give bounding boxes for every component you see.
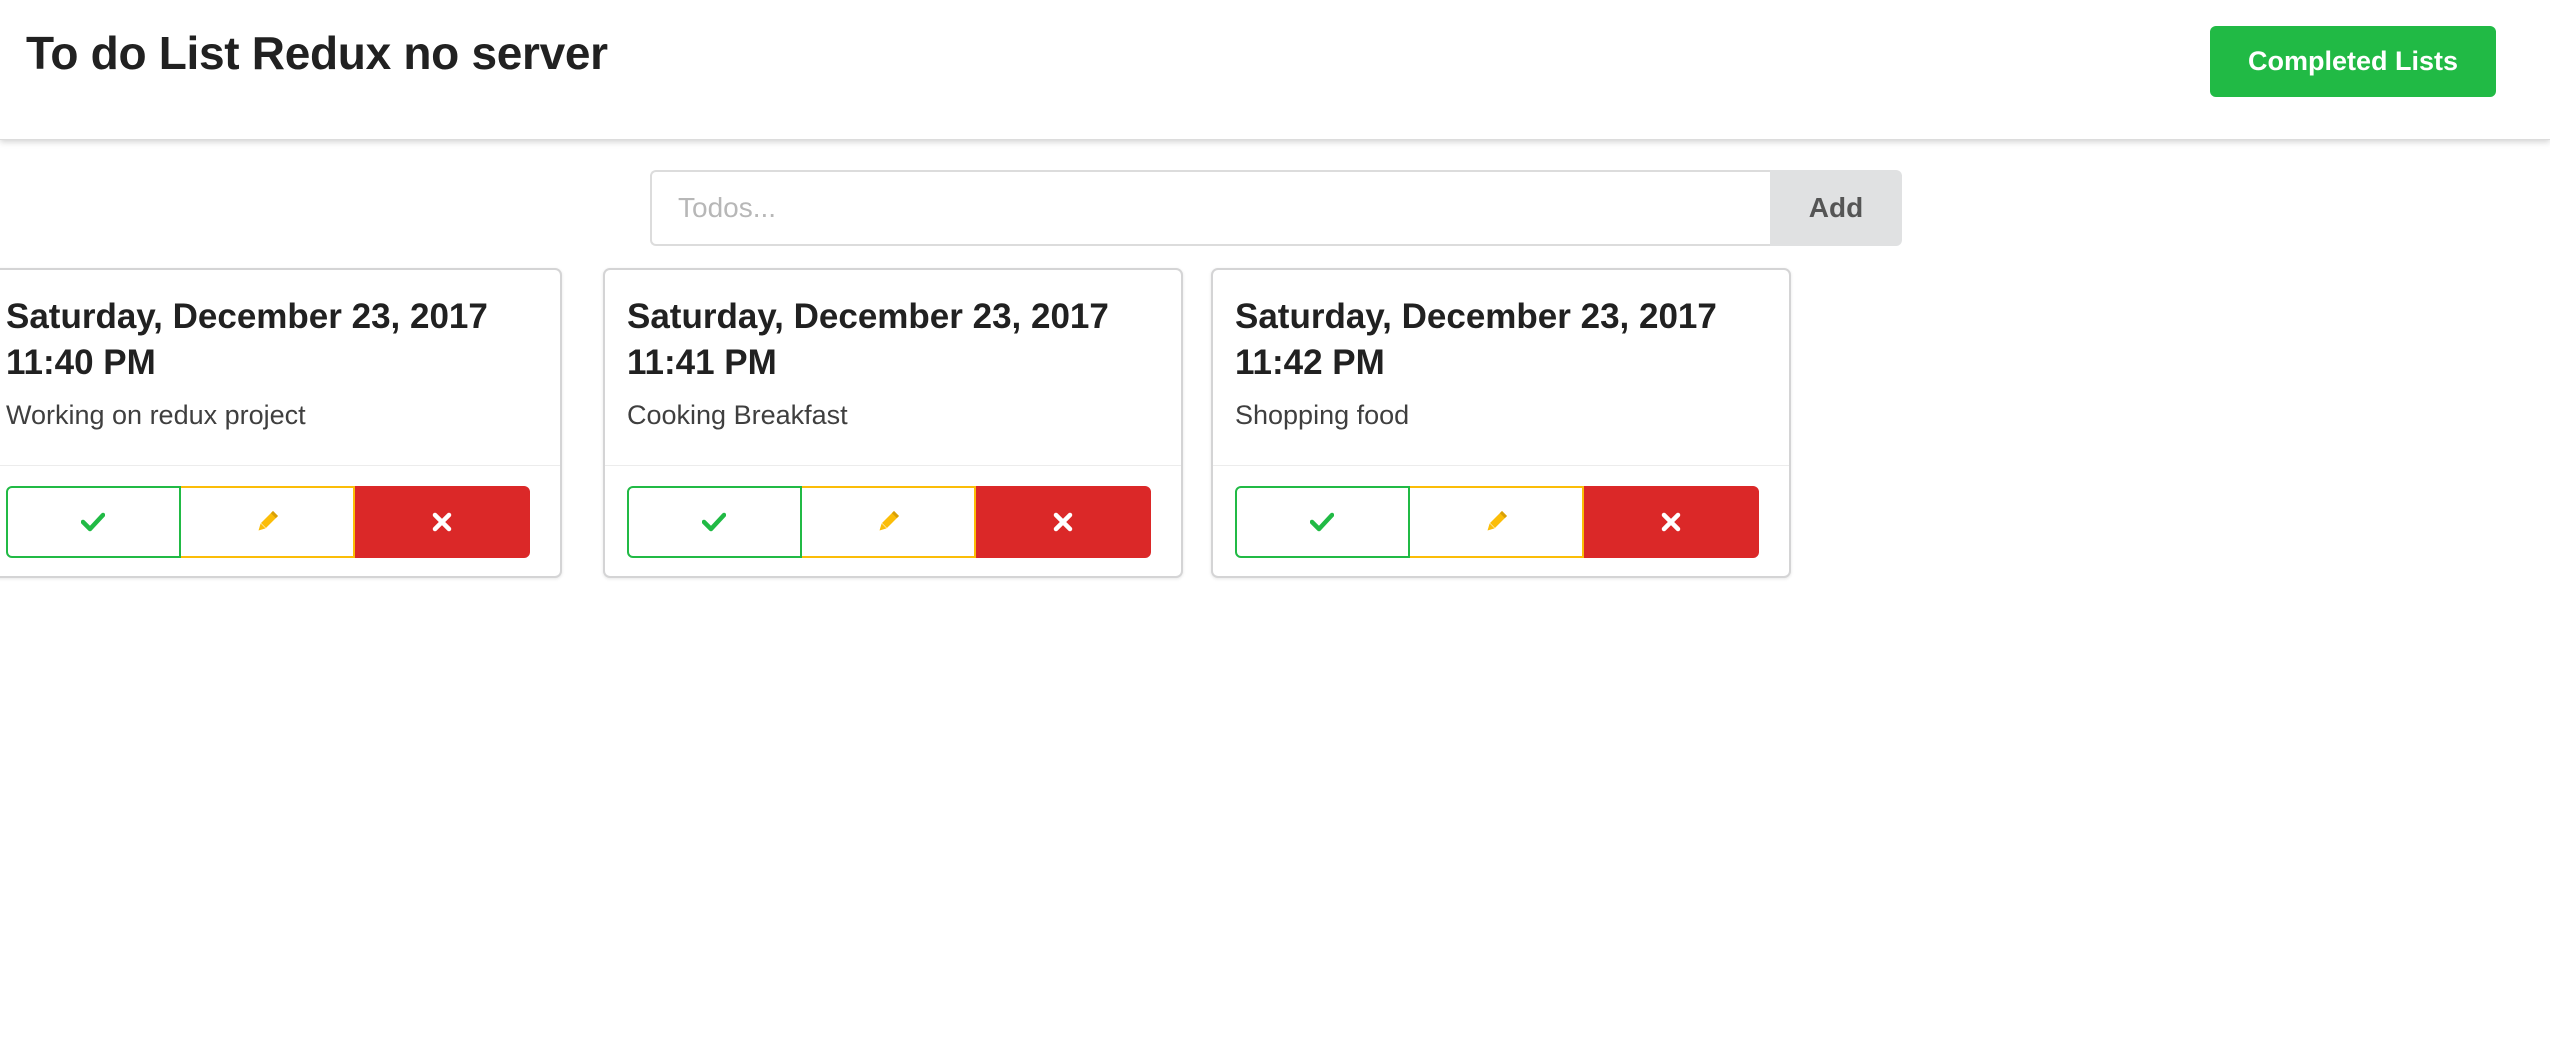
delete-button[interactable] <box>355 486 530 558</box>
todo-date: Saturday, December 23, 2017 11:40 PM <box>6 297 488 382</box>
todo-actions <box>1235 486 1759 558</box>
todo-card: Saturday, December 23, 2017 11:41 PM Coo… <box>603 268 1183 578</box>
todo-card: Saturday, December 23, 2017 11:42 PM Sho… <box>1211 268 1791 578</box>
todo-actions <box>627 486 1151 558</box>
close-icon <box>1661 512 1681 532</box>
delete-button[interactable] <box>1584 486 1759 558</box>
todo-date: Saturday, December 23, 2017 11:41 PM <box>627 297 1109 382</box>
todo-text: Cooking Breakfast <box>627 400 848 430</box>
todo-card-content: Saturday, December 23, 2017 11:41 PM Coo… <box>605 270 1181 466</box>
edit-button[interactable] <box>180 486 356 558</box>
complete-button[interactable] <box>1235 486 1410 558</box>
check-icon <box>81 512 106 532</box>
edit-button[interactable] <box>1409 486 1585 558</box>
close-icon <box>432 512 452 532</box>
todo-date: Saturday, December 23, 2017 11:42 PM <box>1235 297 1717 382</box>
complete-button[interactable] <box>6 486 181 558</box>
todo-text: Working on redux project <box>6 400 306 430</box>
header-bar: To do List Redux no server Completed Lis… <box>0 0 2550 140</box>
todo-text: Shopping food <box>1235 400 1410 430</box>
todo-form: Add <box>650 170 1902 246</box>
complete-button[interactable] <box>627 486 802 558</box>
delete-button[interactable] <box>976 486 1151 558</box>
todo-card-content: Saturday, December 23, 2017 11:40 PM Wor… <box>0 270 560 466</box>
edit-button[interactable] <box>801 486 977 558</box>
app-title: To do List Redux no server <box>26 27 608 79</box>
todo-card: Saturday, December 23, 2017 11:40 PM Wor… <box>0 268 562 578</box>
check-icon <box>1310 512 1335 532</box>
todo-input[interactable] <box>650 170 1770 246</box>
close-icon <box>1053 512 1073 532</box>
completed-lists-button[interactable]: Completed Lists <box>2210 26 2496 97</box>
todo-card-content: Saturday, December 23, 2017 11:42 PM Sho… <box>1213 270 1789 466</box>
pencil-icon <box>875 509 901 535</box>
add-button[interactable]: Add <box>1770 170 1902 246</box>
todo-actions <box>6 486 530 558</box>
pencil-icon <box>254 509 280 535</box>
pencil-icon <box>1483 509 1509 535</box>
check-icon <box>702 512 727 532</box>
